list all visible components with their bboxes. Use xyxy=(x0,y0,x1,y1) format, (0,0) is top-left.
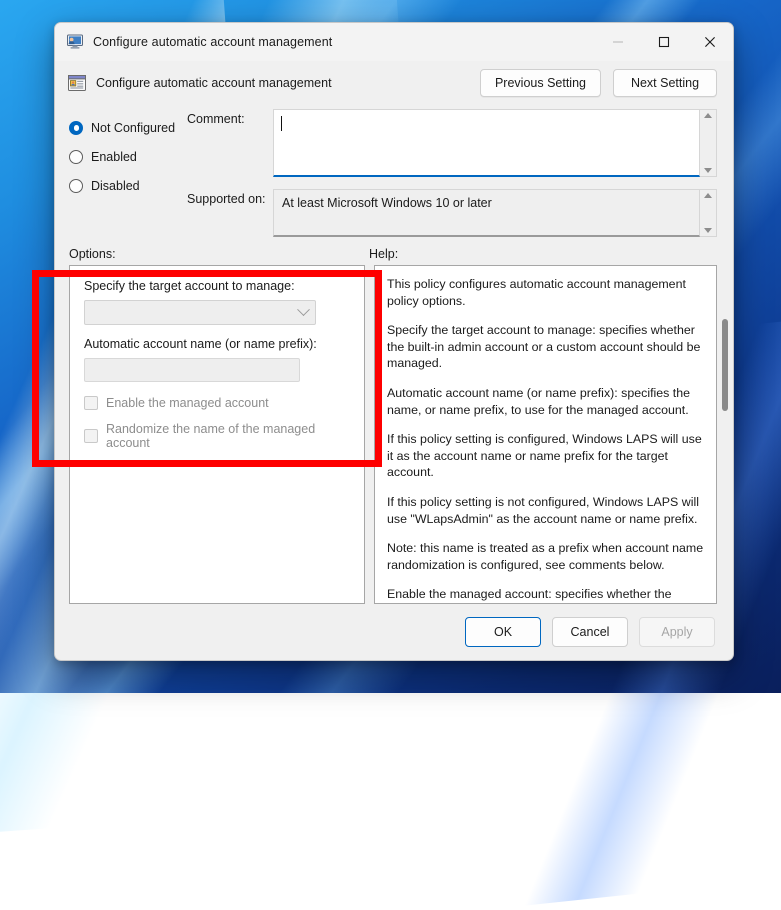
cancel-button[interactable]: Cancel xyxy=(552,617,628,647)
supported-on-value: At least Microsoft Windows 10 or later xyxy=(273,189,700,237)
help-paragraph: Specify the target account to manage: sp… xyxy=(387,322,704,372)
radio-label: Enabled xyxy=(91,150,137,164)
help-paragraph: This policy configures automatic account… xyxy=(387,276,704,309)
next-setting-button[interactable]: Next Setting xyxy=(613,69,717,97)
checkbox-label: Randomize the name of the managed accoun… xyxy=(106,422,350,450)
help-scrollbar[interactable] xyxy=(722,311,729,643)
account-name-input[interactable] xyxy=(84,358,300,382)
radio-indicator xyxy=(69,179,83,193)
state-and-comment-section: Not Configured Enabled Disabled Comment: xyxy=(55,103,733,237)
options-panel: Specify the target account to manage: Au… xyxy=(69,265,365,604)
dialog-footer: OK Cancel Apply xyxy=(55,604,733,660)
checkbox-indicator xyxy=(84,429,98,443)
help-panel: This policy configures automatic account… xyxy=(374,265,717,604)
radio-indicator xyxy=(69,150,83,164)
window-controls xyxy=(595,23,733,61)
radio-not-configured[interactable]: Not Configured xyxy=(69,113,187,142)
scroll-up-icon[interactable] xyxy=(704,193,712,198)
enable-managed-account-checkbox-row[interactable]: Enable the managed account xyxy=(84,396,350,410)
text-cursor xyxy=(281,116,282,131)
policy-state-radio-group: Not Configured Enabled Disabled xyxy=(69,109,187,237)
help-scrollbar-thumb[interactable] xyxy=(722,319,728,411)
checkbox-indicator xyxy=(84,396,98,410)
window-title: Configure automatic account management xyxy=(93,35,332,49)
chevron-down-icon xyxy=(297,303,310,316)
target-account-label: Specify the target account to manage: xyxy=(84,279,350,293)
radio-indicator xyxy=(69,121,83,135)
options-header: Options: xyxy=(69,247,369,261)
group-policy-setting-icon xyxy=(67,73,87,93)
panels-container: Specify the target account to manage: Au… xyxy=(55,265,733,604)
scroll-down-icon[interactable] xyxy=(704,228,712,233)
randomize-name-checkbox-row[interactable]: Randomize the name of the managed accoun… xyxy=(84,422,350,450)
comment-label: Comment: xyxy=(187,109,273,177)
window-titlebar: Configure automatic account management xyxy=(55,23,733,61)
account-name-label: Automatic account name (or name prefix): xyxy=(84,337,350,351)
policy-user-monitor-icon xyxy=(66,33,84,51)
ok-button[interactable]: OK xyxy=(465,617,541,647)
maximize-icon[interactable] xyxy=(641,23,687,61)
setting-nav-buttons: Previous Setting Next Setting xyxy=(480,69,717,97)
apply-button: Apply xyxy=(639,617,715,647)
close-icon[interactable] xyxy=(687,23,733,61)
radio-disabled[interactable]: Disabled xyxy=(69,171,187,200)
policy-setting-window: Configure automatic account management xyxy=(54,22,734,661)
supported-field-wrap: At least Microsoft Windows 10 or later xyxy=(273,189,717,237)
comment-scrollbar[interactable] xyxy=(700,109,717,177)
comment-supported-fields: Comment: Supported on: At least Microsof… xyxy=(187,109,717,237)
radio-label: Disabled xyxy=(91,179,140,193)
supported-scrollbar[interactable] xyxy=(700,189,717,237)
panel-headers: Options: Help: xyxy=(55,237,733,265)
target-account-dropdown[interactable] xyxy=(84,300,316,325)
help-paragraph: Automatic account name (or name prefix):… xyxy=(387,385,704,418)
radio-label: Not Configured xyxy=(91,121,175,135)
scroll-up-icon[interactable] xyxy=(704,113,712,118)
checkbox-label: Enable the managed account xyxy=(106,396,269,410)
setting-header: Configure automatic account management P… xyxy=(55,61,733,103)
supported-on-label: Supported on: xyxy=(187,189,273,237)
help-paragraph: Note: this name is treated as a prefix w… xyxy=(387,540,704,573)
previous-setting-button[interactable]: Previous Setting xyxy=(480,69,601,97)
help-paragraph: If this policy setting is not configured… xyxy=(387,494,704,527)
comment-input[interactable] xyxy=(273,109,700,177)
help-header: Help: xyxy=(369,247,398,261)
help-paragraph: Enable the managed account: specifies wh… xyxy=(387,586,704,604)
setting-title: Configure automatic account management xyxy=(96,76,332,90)
comment-row: Comment: xyxy=(187,109,717,177)
scroll-down-icon[interactable] xyxy=(704,168,712,173)
help-paragraph: If this policy setting is configured, Wi… xyxy=(387,431,704,481)
minimize-icon[interactable] xyxy=(595,23,641,61)
supported-on-row: Supported on: At least Microsoft Windows… xyxy=(187,189,717,237)
comment-field-wrap xyxy=(273,109,717,177)
radio-enabled[interactable]: Enabled xyxy=(69,142,187,171)
help-text: This policy configures automatic account… xyxy=(387,276,704,604)
